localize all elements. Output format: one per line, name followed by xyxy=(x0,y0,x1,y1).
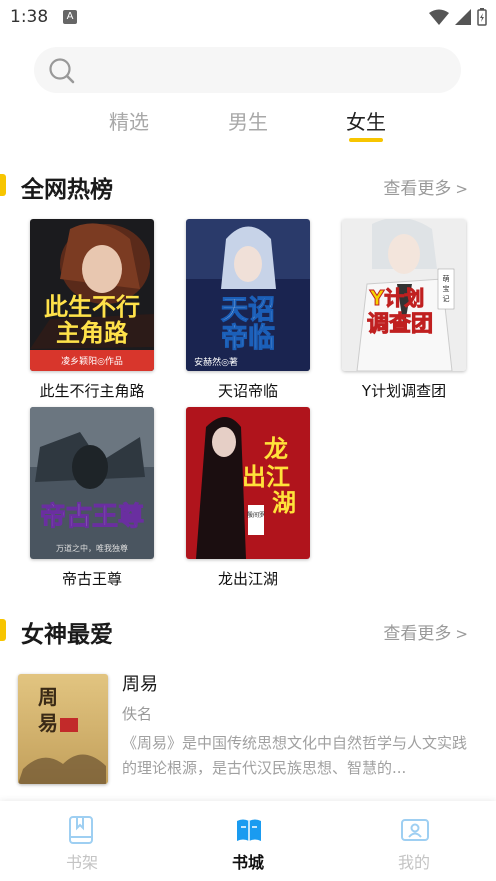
svg-text:周: 周 xyxy=(38,685,58,709)
tab-female[interactable]: 女生 xyxy=(346,106,386,135)
search-input[interactable] xyxy=(34,47,461,93)
tab-active-indicator xyxy=(349,138,383,142)
chevron-right-icon: > xyxy=(455,625,468,643)
book-card[interactable]: 天诏 帝临 安赫然◎著 天诏帝临 xyxy=(186,219,310,401)
section-marker xyxy=(0,619,6,641)
book-title[interactable]: 此生不行主角路 xyxy=(30,380,154,401)
section-marker xyxy=(0,174,6,196)
bookstore-icon xyxy=(237,819,261,841)
svg-text:调查团: 调查团 xyxy=(367,312,433,337)
see-more-hot-link[interactable]: 查看更多 > xyxy=(383,174,468,199)
svg-text:龙: 龙 xyxy=(264,435,288,463)
svg-text:易: 易 xyxy=(38,711,58,735)
bottom-nav: 书架 书城 我的 xyxy=(0,801,496,881)
book-description: 《周易》是中国传统思想文化中自然哲学与人文实践的理论根源，是古代汉民族思想、智慧… xyxy=(122,734,468,777)
search-icon xyxy=(49,58,75,84)
section-title-hot: 全网热榜 xyxy=(21,177,113,203)
book-cover[interactable]: 周 易 xyxy=(18,674,108,784)
book-cover[interactable]: 此生不行 主角路 凌乡颖阳◎作品 xyxy=(30,219,154,371)
book-card[interactable]: Y计划 调查团 萌 宝 记 Y计划调查团 xyxy=(342,219,466,401)
nav-label: 书架 xyxy=(65,853,98,872)
book-cover[interactable]: 天诏 帝临 安赫然◎著 xyxy=(186,219,310,371)
section-title-favorite: 女神最爱 xyxy=(21,622,113,648)
bookshelf-icon xyxy=(69,816,93,844)
status-icons xyxy=(428,8,488,26)
book-card[interactable]: 此生不行 主角路 凌乡颖阳◎作品 此生不行主角路 xyxy=(30,219,154,401)
book-cover[interactable]: Y计划 调查团 萌 宝 记 xyxy=(342,219,466,371)
nav-label: 我的 xyxy=(397,853,430,872)
svg-text:出江: 出江 xyxy=(242,463,290,491)
status-time: 1:38 xyxy=(10,7,49,27)
svg-text:主角路: 主角路 xyxy=(56,319,129,347)
svg-text:此生不行: 此生不行 xyxy=(44,293,140,321)
svg-text:湖: 湖 xyxy=(272,489,296,517)
svg-text:万道之中，唯我独尊: 万道之中，唯我独尊 xyxy=(56,543,128,553)
status-bar: 1:38 A xyxy=(0,0,496,34)
book-title[interactable]: 周易 xyxy=(122,670,158,696)
svg-text:宝: 宝 xyxy=(443,284,450,293)
nav-bookstore[interactable]: 书城 xyxy=(188,801,308,881)
see-more-favorite-link[interactable]: 查看更多 > xyxy=(383,619,468,644)
svg-text:帝古王尊: 帝古王尊 xyxy=(40,501,144,532)
svg-text:记: 记 xyxy=(443,295,450,303)
book-title[interactable]: 天诏帝临 xyxy=(186,380,310,401)
svg-text:殷间罗: 殷间罗 xyxy=(247,511,265,519)
nav-bookshelf[interactable]: 书架 xyxy=(22,801,142,881)
svg-text:Y计划: Y计划 xyxy=(369,286,424,310)
wifi-icon xyxy=(429,9,449,25)
signal-icon xyxy=(455,9,471,25)
book-cover[interactable]: 帝古王尊 万道之中，唯我独尊 xyxy=(30,407,154,559)
svg-text:安赫然◎著: 安赫然◎著 xyxy=(194,356,238,368)
notification-icon: A xyxy=(63,10,77,24)
battery-icon xyxy=(477,8,487,26)
book-card[interactable]: 龙 出江 湖 殷间罗 龙出江湖 xyxy=(186,407,310,589)
book-author: 佚名 xyxy=(122,705,153,723)
svg-text:天诏: 天诏 xyxy=(221,295,275,326)
book-card[interactable]: 帝古王尊 万道之中，唯我独尊 帝古王尊 xyxy=(30,407,154,589)
svg-text:萌: 萌 xyxy=(443,274,450,283)
svg-text:帝临: 帝临 xyxy=(221,322,275,354)
tab-male[interactable]: 男生 xyxy=(228,106,268,135)
profile-icon xyxy=(401,819,429,841)
tab-featured[interactable]: 精选 xyxy=(109,106,149,135)
nav-profile[interactable]: 我的 xyxy=(354,801,474,881)
book-title[interactable]: 帝古王尊 xyxy=(30,568,154,589)
nav-label: 书城 xyxy=(231,853,264,872)
chevron-right-icon: > xyxy=(455,180,468,198)
svg-text:凌乡颖阳◎作品: 凌乡颖阳◎作品 xyxy=(61,355,123,367)
book-cover[interactable]: 龙 出江 湖 殷间罗 xyxy=(186,407,310,559)
book-title[interactable]: Y计划调查团 xyxy=(342,380,466,401)
book-title[interactable]: 龙出江湖 xyxy=(186,568,310,589)
